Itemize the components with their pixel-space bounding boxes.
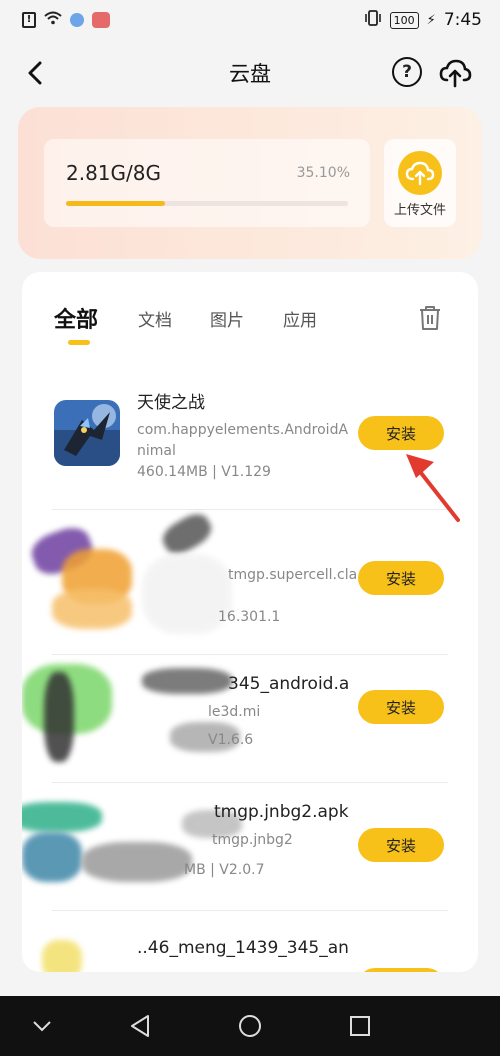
storage-percent-text: 35.10% <box>296 165 350 181</box>
list-item[interactable]: 345_android.a le3d.mi V1.6.6 安装 <box>22 654 478 782</box>
obscured-text-smudge <box>142 668 232 694</box>
system-nav-bar <box>0 996 500 1056</box>
app-header: 云盘 ? <box>0 46 500 100</box>
app-name: 345_android.a <box>228 674 350 694</box>
status-bar: ! 100 ⚡ 7:45 <box>0 0 500 40</box>
storage-usage: 2.81G/8G 35.10% <box>44 139 370 227</box>
nav-home-icon[interactable] <box>234 1010 266 1042</box>
app-package: com.happyelements.AndroidAnimal <box>137 422 349 459</box>
page-title: 云盘 <box>229 62 271 86</box>
storage-card: 2.81G/8G 35.10% 上传文件 <box>18 107 482 259</box>
vibrate-icon <box>364 10 382 30</box>
tab-apps[interactable]: 应用 <box>283 306 317 331</box>
active-tab-indicator <box>68 340 90 345</box>
cloud-upload-icon[interactable] <box>438 56 472 90</box>
obscured-icon-smudge <box>52 589 132 629</box>
app-name: ..46_meng_1439_345_an <box>137 938 349 958</box>
nav-recents-icon[interactable] <box>344 1010 376 1042</box>
upload-file-button[interactable]: 上传文件 <box>384 139 456 227</box>
app-icon <box>54 400 120 466</box>
nav-down-icon[interactable] <box>26 1010 58 1042</box>
battery-icon: 100 <box>389 11 419 29</box>
upload-icon <box>398 151 442 195</box>
tab-images[interactable]: 图片 <box>210 306 244 331</box>
storage-progress-track <box>66 201 348 206</box>
app-meta: 16.301.1 <box>218 609 281 625</box>
storage-used-text: 2.81G/8G <box>66 161 161 185</box>
annotation-arrow <box>400 448 470 528</box>
app-package: tmgp.jnbg2 <box>212 832 293 848</box>
app-notification-icon-2 <box>92 12 110 28</box>
install-button[interactable]: 安装 <box>358 828 444 862</box>
category-tabs: 全部 文档 图片 应用 <box>22 272 478 356</box>
wifi-icon <box>44 11 62 29</box>
upload-file-label: 上传文件 <box>393 203 446 218</box>
alert-icon: ! <box>22 12 36 28</box>
list-item[interactable]: tmgp.jnbg2.apk tmgp.jnbg2 MB | V2.0.7 安装 <box>22 782 478 910</box>
list-item[interactable]: ..46_meng_1439_345_an 安装 <box>22 910 478 972</box>
install-button[interactable]: 安装 <box>358 968 444 972</box>
obscured-icon-smudge <box>22 802 102 832</box>
app-name: 天使之战 <box>137 393 205 413</box>
charging-icon: ⚡ <box>426 12 436 28</box>
obscured-icon-smudge <box>42 940 82 972</box>
nav-back-icon[interactable] <box>124 1010 156 1042</box>
app-meta: V1.6.6 <box>208 732 254 748</box>
app-package: le3d.mi <box>208 704 261 720</box>
app-package: tmgp.supercell.cla <box>228 567 358 583</box>
app-meta: 460.14MB | V1.129 <box>137 464 271 480</box>
help-icon[interactable]: ? <box>392 57 422 87</box>
obscured-text-smudge <box>157 508 217 560</box>
install-button[interactable]: 安装 <box>358 416 444 450</box>
app-notification-icon <box>70 13 84 27</box>
obscured-icon-smudge <box>82 842 192 882</box>
obscured-icon-smudge <box>22 832 82 882</box>
clock: 7:45 <box>443 10 482 30</box>
tab-all[interactable]: 全部 <box>54 302 98 334</box>
storage-progress-fill <box>66 201 165 206</box>
trash-icon[interactable] <box>418 304 442 332</box>
status-left: ! <box>22 11 110 29</box>
tab-documents[interactable]: 文档 <box>138 306 172 331</box>
app-name: tmgp.jnbg2.apk <box>214 802 349 822</box>
list-item[interactable]: tmgp.supercell.cla 16.301.1 安装 <box>22 508 478 654</box>
app-meta: MB | V2.0.7 <box>184 862 265 878</box>
obscured-icon-smudge <box>44 672 74 762</box>
file-panel: 全部 文档 图片 应用 天使之战 com.happyelements.Andro… <box>22 272 478 972</box>
install-button[interactable]: 安装 <box>358 690 444 724</box>
status-right: 100 ⚡ 7:45 <box>364 10 482 30</box>
install-button[interactable]: 安装 <box>358 561 444 595</box>
